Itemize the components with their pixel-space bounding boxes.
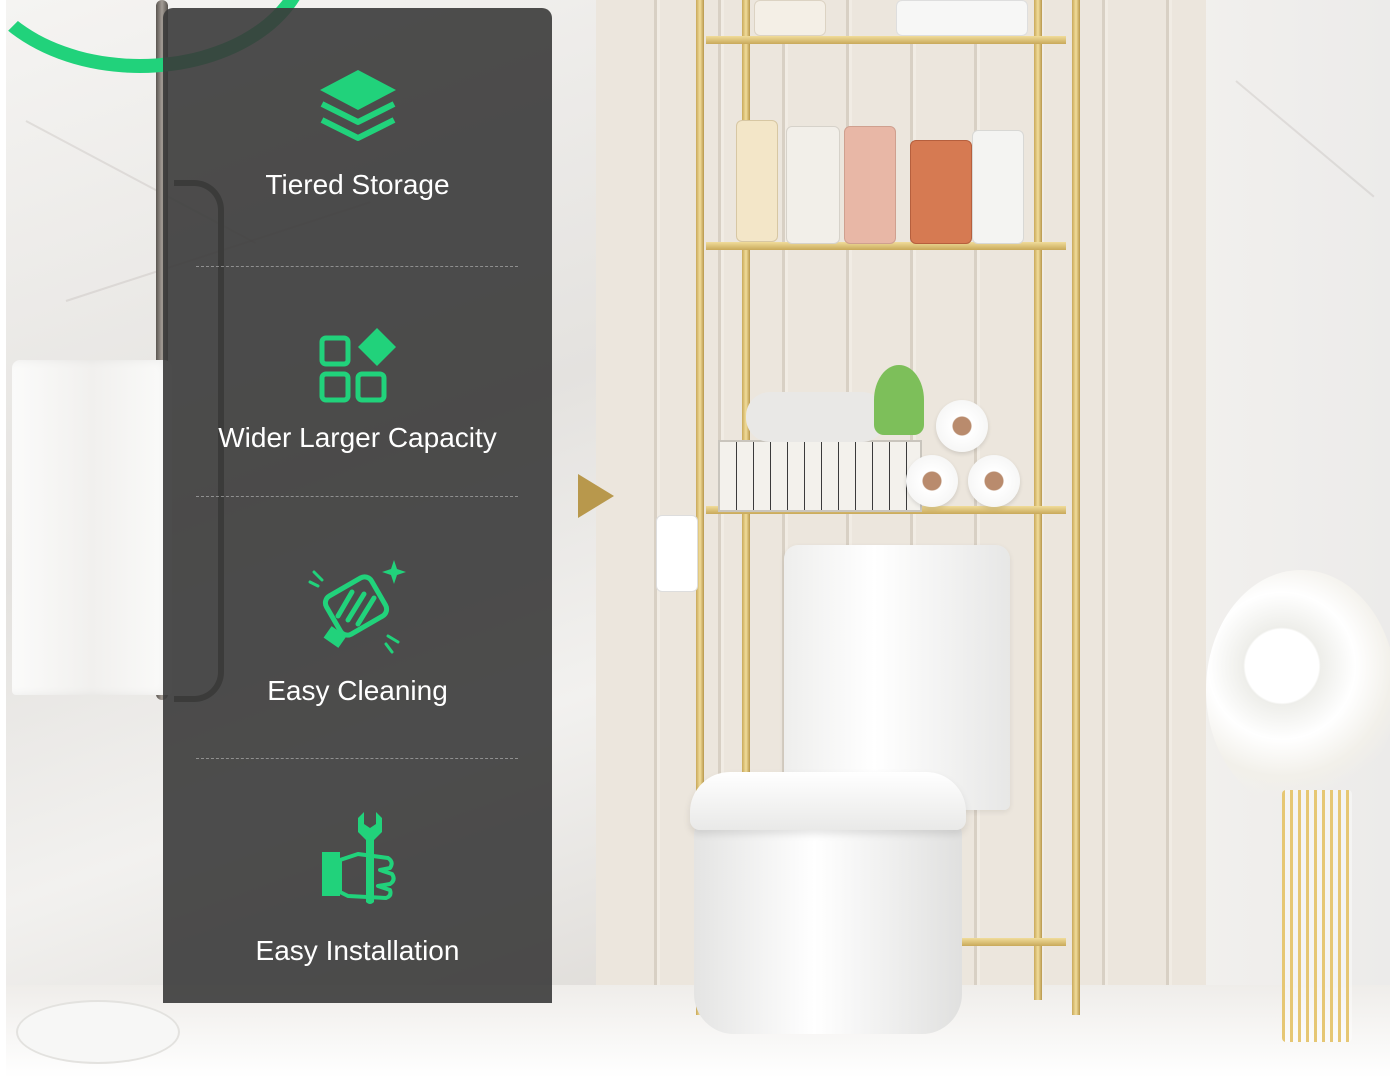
toilet-seat bbox=[690, 772, 966, 830]
flowers bbox=[1206, 570, 1390, 810]
feature-label: Tiered Storage bbox=[265, 169, 450, 200]
box bbox=[896, 0, 1028, 36]
grid-blocks-icon bbox=[319, 328, 396, 403]
bottle bbox=[972, 130, 1024, 244]
wire-basket bbox=[718, 440, 922, 512]
feature-wider-capacity: Wider Larger Capacity bbox=[163, 266, 552, 496]
plant bbox=[874, 365, 924, 435]
product-image: Tiered Storage Wider Larger Capacity Eas… bbox=[0, 0, 1396, 1078]
bath-mat bbox=[16, 1000, 180, 1064]
rolled-towels bbox=[746, 392, 886, 442]
jar bbox=[844, 126, 896, 244]
jar bbox=[754, 0, 826, 36]
toilet-paper-roll bbox=[936, 400, 988, 452]
toilet-paper-roll bbox=[906, 455, 958, 507]
bottle bbox=[910, 140, 972, 244]
feature-tiered-storage: Tiered Storage bbox=[163, 8, 552, 266]
pointer-arrow-icon bbox=[578, 474, 614, 518]
toilet-paper-roll bbox=[968, 455, 1020, 507]
toilet-bowl bbox=[694, 822, 962, 1034]
paper-holder bbox=[656, 515, 698, 592]
feature-easy-cleaning: Easy Cleaning bbox=[163, 496, 552, 758]
stacked-layers-icon bbox=[320, 70, 396, 141]
feature-label: Easy Installation bbox=[255, 935, 460, 966]
jar bbox=[786, 126, 840, 244]
feature-label: Easy Cleaning bbox=[267, 675, 448, 706]
feature-easy-installation: Easy Installation bbox=[163, 758, 552, 1003]
towel bbox=[12, 360, 172, 695]
toilet-tank bbox=[784, 545, 1010, 810]
gold-vase bbox=[1282, 790, 1352, 1042]
features-panel: Tiered Storage Wider Larger Capacity Eas… bbox=[163, 8, 552, 1003]
wrench-hand-icon bbox=[322, 812, 396, 904]
feature-label: Wider Larger Capacity bbox=[218, 422, 497, 453]
bottle bbox=[736, 120, 778, 242]
hand-wiping-icon bbox=[308, 560, 406, 654]
